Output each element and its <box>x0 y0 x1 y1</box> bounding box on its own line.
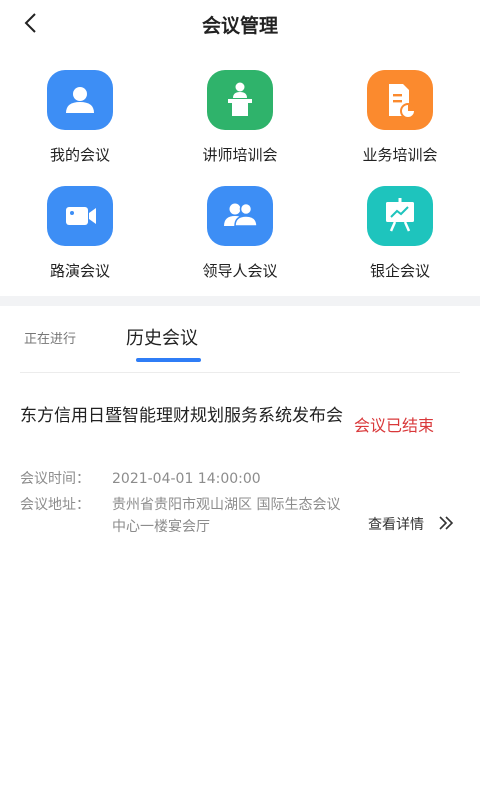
menu-item-roadshow[interactable]: 路演会议 <box>0 178 160 288</box>
meeting-address-value: 贵州省贵阳市观山湖区 国际生态会议中心一楼宴会厅 <box>112 497 341 535</box>
view-details-link[interactable]: 查看详情 <box>368 514 454 534</box>
meeting-time-label: 会议时间： <box>20 471 90 487</box>
presentation-board-icon <box>367 186 433 246</box>
menu-item-leaders[interactable]: 领导人会议 <box>160 178 320 288</box>
double-chevron-right-icon <box>439 516 454 530</box>
menu-label: 业务培训会 <box>362 146 438 164</box>
tab-ongoing[interactable]: 正在进行 <box>24 328 76 347</box>
menu-label: 路演会议 <box>49 262 110 280</box>
user-icon <box>47 70 113 130</box>
group-users-icon <box>207 186 273 246</box>
menu-item-business-training[interactable]: 业务培训会 <box>320 62 480 172</box>
video-camera-icon <box>47 186 113 246</box>
meeting-card[interactable]: 东方信用日暨智能理财规划服务系统发布会 会议已结束 会议时间： 2021-04-… <box>0 392 480 542</box>
menu-item-my-meetings[interactable]: 我的会议 <box>0 62 160 172</box>
meeting-address-label: 会议地址： <box>20 497 90 513</box>
tab-history[interactable]: 历史会议 <box>126 324 198 350</box>
meeting-time-value: 2021-04-01 14:00:00 <box>112 471 261 487</box>
header-bar: 会议管理 <box>0 0 480 48</box>
menu-label: 讲师培训会 <box>202 146 278 164</box>
meeting-category-grid: 我的会议 讲师培训会 业务培训会 路演会议 领导人会议 银企会议 <box>0 62 480 294</box>
page-title: 会议管理 <box>201 15 278 37</box>
menu-label: 银企会议 <box>369 262 430 280</box>
meeting-tabs: 正在进行 历史会议 <box>0 306 480 373</box>
document-chart-icon <box>367 70 433 130</box>
view-details-label: 查看详情 <box>368 517 424 533</box>
menu-item-bank-enterprise[interactable]: 银企会议 <box>320 178 480 288</box>
lecturer-podium-icon <box>207 70 273 130</box>
tabs-separator <box>20 372 460 373</box>
menu-label: 领导人会议 <box>202 262 278 280</box>
active-tab-indicator <box>136 358 201 362</box>
meeting-title: 东方信用日暨智能理财规划服务系统发布会 <box>20 406 343 426</box>
menu-label: 我的会议 <box>49 146 110 164</box>
section-divider <box>0 296 480 306</box>
status-badge: 会议已结束 <box>354 416 435 435</box>
menu-item-lecturer-training[interactable]: 讲师培训会 <box>160 62 320 172</box>
